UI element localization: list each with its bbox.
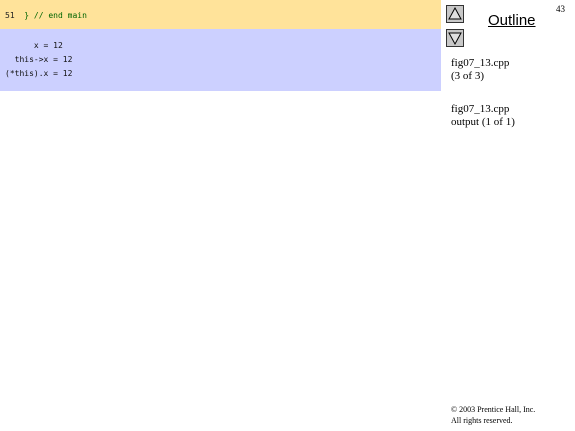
outline-link-source[interactable]: fig07_13.cpp (3 of 3) <box>451 57 509 83</box>
output-line: x = 12 <box>5 41 63 50</box>
output-line: (*this).x = 12 <box>5 69 73 78</box>
outline-link-file: fig07_13.cpp <box>451 57 510 69</box>
outline-link-part: output (1 of 1) <box>451 116 515 128</box>
copyright-notice: © 2003 Prentice Hall, Inc. All rights re… <box>451 404 535 426</box>
outline-link-output[interactable]: fig07_13.cpp output (1 of 1) <box>451 103 515 129</box>
output-line: this->x = 12 <box>5 55 73 64</box>
code-listing-band: 51 } // end main <box>0 0 441 29</box>
page-number: 43 <box>556 4 565 14</box>
outline-title: Outline <box>488 12 536 29</box>
triangle-down-icon <box>448 32 462 46</box>
code-text: } // end main <box>24 11 87 20</box>
outline-link-part: (3 of 3) <box>451 70 484 82</box>
copyright-line: © 2003 Prentice Hall, Inc. <box>451 405 536 414</box>
triangle-up-icon <box>448 6 462 20</box>
previous-slide-button[interactable] <box>446 5 464 23</box>
program-output: x = 12 this->x = 12 (*this).x = 12 <box>5 39 72 81</box>
next-slide-button[interactable] <box>446 29 464 47</box>
outline-link-file: fig07_13.cpp <box>451 103 510 115</box>
rights-line: All rights reserved. <box>451 416 513 425</box>
line-number: 51 <box>5 11 15 20</box>
code-line: 51 } // end main <box>5 11 87 20</box>
program-output-band: x = 12 this->x = 12 (*this).x = 12 <box>0 29 441 91</box>
